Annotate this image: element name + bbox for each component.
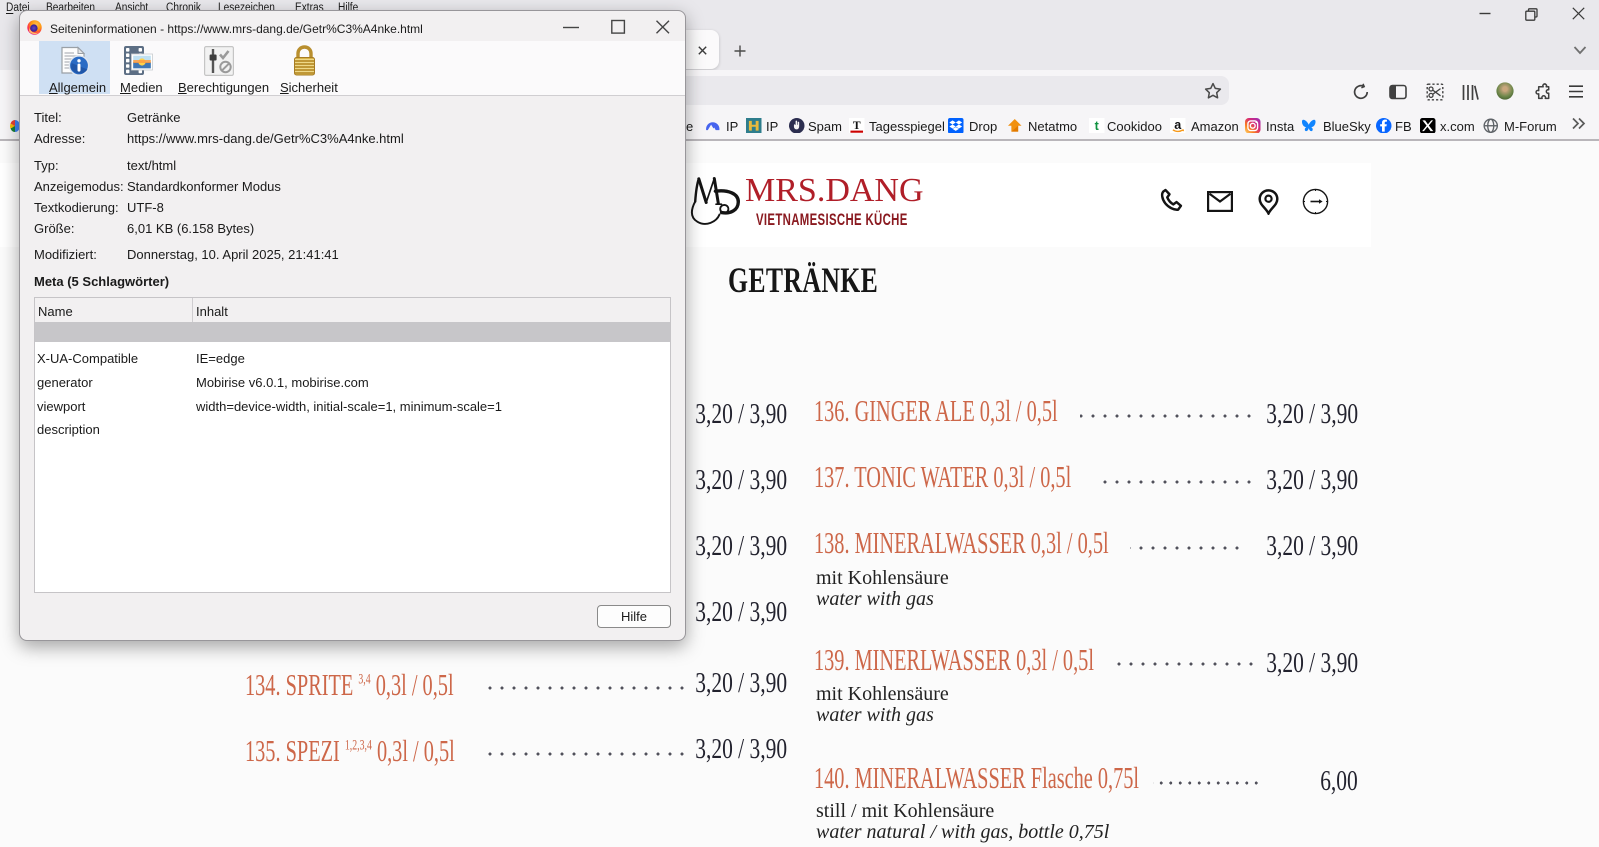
svg-text:T: T [853, 119, 861, 132]
svg-text:a: a [1174, 118, 1182, 132]
